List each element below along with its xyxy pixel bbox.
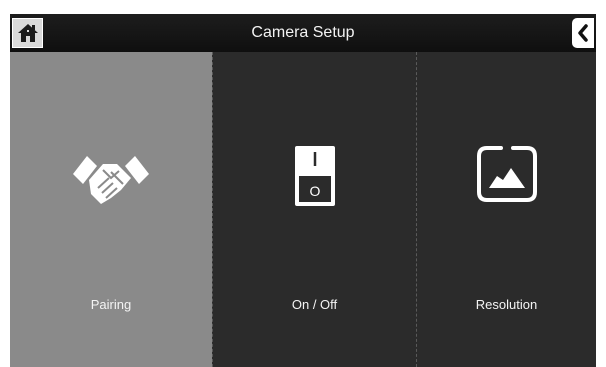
home-button[interactable] xyxy=(12,18,43,48)
resolution-picture-icon xyxy=(476,146,537,202)
tile-pairing[interactable]: Pairing xyxy=(10,52,212,367)
power-switch-icon: O xyxy=(294,146,335,206)
tile-resolution[interactable]: Resolution xyxy=(416,52,596,367)
tile-pairing-label: Pairing xyxy=(90,297,132,312)
back-button[interactable] xyxy=(572,18,594,48)
tile-on-off[interactable]: O On / Off xyxy=(212,52,416,367)
page-title: Camera Setup xyxy=(251,24,355,41)
tile-pairing-icon-wrap xyxy=(71,144,151,214)
setup-tiles: Pairing O On / Off Resolution xyxy=(10,52,596,367)
tile-on-off-icon-wrap: O xyxy=(293,144,337,208)
back-chevron-icon xyxy=(578,24,588,42)
handshake-icon xyxy=(73,156,149,204)
tile-on-off-label: On / Off xyxy=(291,297,338,312)
camera-setup-screen: Camera Setup Pairing O On / Off Resoluti… xyxy=(10,14,596,367)
header-bar: Camera Setup xyxy=(10,14,596,52)
tile-resolution-label: Resolution xyxy=(475,297,538,312)
home-icon xyxy=(17,24,38,42)
tile-resolution-icon-wrap xyxy=(475,144,539,204)
switch-off-mark: O xyxy=(309,183,320,199)
